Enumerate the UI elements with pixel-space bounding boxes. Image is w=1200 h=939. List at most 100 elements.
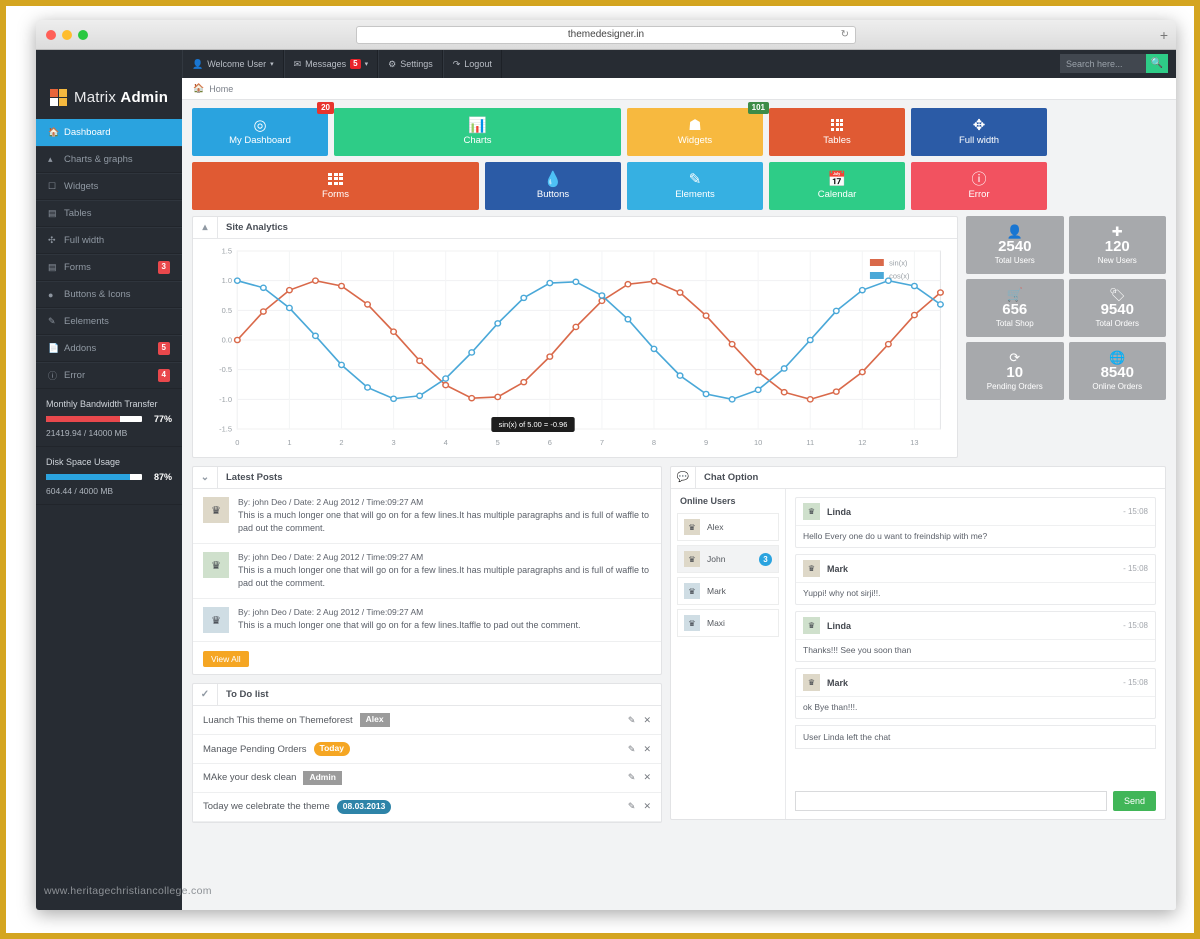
- home-icon: 🏠: [193, 83, 205, 93]
- file-icon: 📄: [48, 343, 60, 353]
- line-chart[interactable]: 1.51.00.50.0-0.5-1.0-1.50 1 2 3 4 5 6 7 8 9 10 11 12…: [201, 245, 949, 453]
- view-all-button[interactable]: View All: [203, 651, 249, 668]
- sidebar-item-dashboard[interactable]: 🏠 Dashboard: [36, 119, 182, 146]
- crown-icon: ♛: [803, 617, 820, 634]
- tile-widgets[interactable]: ☗ Widgets 101: [627, 102, 769, 156]
- list-item[interactable]: Manage Pending Orders Today ✎ ✕: [193, 735, 661, 764]
- tile-label: Elements: [675, 189, 715, 200]
- stat-label: Total Shop: [995, 318, 1034, 328]
- new-tab-button[interactable]: +: [1160, 27, 1168, 43]
- tile-full-width[interactable]: ✥ Full width: [911, 108, 1047, 156]
- list-item[interactable]: Luanch This theme on Themeforest Alex ✎ …: [193, 706, 661, 736]
- close-icon[interactable]: [46, 29, 56, 40]
- tile-buttons[interactable]: 💧 Buttons: [485, 162, 621, 210]
- close-icon[interactable]: ✕: [643, 801, 651, 812]
- svg-text:0: 0: [235, 438, 239, 447]
- progress-sub: 21419.94 / 14000 MB: [46, 428, 128, 438]
- svg-text:cos(x): cos(x): [889, 272, 909, 281]
- list-item[interactable]: ♛ John 3: [677, 545, 779, 573]
- tile-elements[interactable]: ✎ Elements: [627, 162, 763, 210]
- svg-text:4: 4: [444, 438, 448, 447]
- todo-tag: Alex: [359, 713, 390, 728]
- list-item[interactable]: ♛ Maxi: [677, 609, 779, 637]
- sidebar-item-buttons-icons[interactable]: ● Buttons & Icons: [36, 281, 182, 308]
- list-item[interactable]: ♛ By: john Deo / Date: 2 Aug 2012 / Time…: [193, 599, 661, 643]
- svg-text:12: 12: [858, 438, 866, 447]
- progress-fill: [46, 474, 130, 480]
- panel-header: ✓ To Do list: [193, 684, 661, 707]
- stat-card-pending-orders[interactable]: ⟳ 10 Pending Orders: [966, 342, 1064, 400]
- sidebar-item-charts[interactable]: ▴ Charts & graphs: [36, 146, 182, 173]
- check-icon[interactable]: ✓: [193, 684, 218, 706]
- tile-my-dashboard[interactable]: ◎ My Dashboard 20: [192, 102, 334, 156]
- pencil-icon[interactable]: ✎: [628, 715, 636, 726]
- sidebar-item-error[interactable]: ⓘ Error 4: [36, 362, 182, 389]
- minimize-icon[interactable]: [62, 29, 72, 40]
- logout-icon: ↷: [452, 58, 461, 69]
- nav-logout[interactable]: ↷ Logout: [442, 50, 502, 78]
- svg-text:9: 9: [704, 438, 708, 447]
- tile-charts[interactable]: 📊 Charts: [334, 108, 621, 156]
- close-icon[interactable]: ✕: [643, 772, 651, 783]
- nav-settings[interactable]: ⚙ Settings: [378, 50, 443, 78]
- list-item[interactable]: ♛ Mark: [677, 577, 779, 605]
- close-icon[interactable]: ✕: [643, 744, 651, 755]
- window-controls[interactable]: [36, 29, 88, 40]
- home-icon: 🏠: [48, 127, 60, 137]
- send-button[interactable]: Send: [1112, 791, 1156, 811]
- sidebar-item-addons[interactable]: 📄 Addons 5: [36, 335, 182, 362]
- reload-icon[interactable]: ↻: [841, 29, 849, 40]
- tile-tables[interactable]: Tables: [769, 108, 905, 156]
- logo[interactable]: Matrix Admin: [36, 78, 182, 119]
- nav-welcome-user[interactable]: 👤 Welcome User ▾: [182, 50, 284, 78]
- list-item[interactable]: MAke your desk clean Admin ✎ ✕: [193, 764, 661, 793]
- search-button[interactable]: 🔍: [1146, 54, 1168, 73]
- tile-forms[interactable]: Forms: [192, 162, 479, 210]
- chat-bubble-icon: 💬: [671, 467, 696, 488]
- stat-card-total-shop[interactable]: 🛒 656 Total Shop: [966, 279, 1064, 337]
- stat-card-new-users[interactable]: ✚ 120 New Users: [1068, 216, 1166, 274]
- pencil-icon[interactable]: ✎: [628, 801, 636, 812]
- app-body: Matrix Admin 🏠 Dashboard ▴ Charts & grap…: [36, 78, 1176, 910]
- list-item[interactable]: ♛ Alex: [677, 513, 779, 541]
- tile-label: Error: [968, 189, 990, 200]
- message-time: - 15:08: [1123, 564, 1148, 573]
- sidebar-item-tables[interactable]: ▤ Tables: [36, 200, 182, 227]
- admin-app: 👤 Welcome User ▾ ✉ Messages 5 ▾ ⚙ Settin…: [36, 50, 1176, 910]
- crown-icon: ♛: [684, 583, 700, 599]
- sidebar-item-label: Forms: [64, 262, 91, 273]
- stat-card-online-orders[interactable]: 🌐 8540 Online Orders: [1068, 342, 1166, 400]
- chat-input[interactable]: [795, 791, 1107, 811]
- widget-icon: ☐: [48, 181, 57, 191]
- list-item[interactable]: ♛ By: john Deo / Date: 2 Aug 2012 / Time…: [193, 544, 661, 600]
- chevron-down-icon: ▾: [364, 61, 369, 68]
- list-item[interactable]: Today we celebrate the theme 08.03.2013 …: [193, 793, 661, 822]
- tile-error[interactable]: ⓘ Error: [911, 162, 1047, 210]
- list-item[interactable]: ♛ By: john Deo / Date: 2 Aug 2012 / Time…: [193, 489, 661, 545]
- sidebar-menu: 🏠 Dashboard ▴ Charts & graphs ☐ Widgets: [36, 119, 182, 389]
- user-icon: 👤: [192, 58, 204, 69]
- close-icon[interactable]: ✕: [643, 715, 651, 726]
- chat-thread: ♛ Linda - 15:08 Hello Every one do u wan…: [786, 489, 1165, 819]
- sidebar-item-elements[interactable]: ✎ Eelements: [36, 308, 182, 335]
- pencil-icon[interactable]: ✎: [628, 772, 636, 783]
- chart-canvas[interactable]: 1.5 1.0 0.5 0.0 -0.5 -1.0 -1.5 0 1 2 3 4 5 6 7 8 9 10 11 12…: [193, 239, 957, 457]
- maximize-icon[interactable]: [78, 29, 88, 40]
- sidebar-item-widgets[interactable]: ☐ Widgets: [36, 173, 182, 200]
- chevron-down-icon[interactable]: ⌄: [193, 467, 218, 488]
- url-bar[interactable]: themedesigner.in ↻: [356, 25, 856, 44]
- svg-text:5: 5: [496, 438, 500, 447]
- main-content: 🏠 Home ◎ My Dashboard 20 📊 Charts ☗ Widg…: [182, 78, 1176, 910]
- crown-icon: ♛: [803, 560, 820, 577]
- stat-card-total-orders[interactable]: 🏷 9540 Total Orders: [1068, 279, 1166, 337]
- progress-sub: 604.44 / 4000 MB: [46, 486, 114, 496]
- stat-card-total-users[interactable]: 👤 2540 Total Users: [966, 216, 1064, 274]
- tile-calendar[interactable]: 📅 Calendar: [769, 162, 905, 210]
- nav-messages[interactable]: ✉ Messages 5 ▾: [283, 50, 379, 78]
- search-input[interactable]: [1060, 54, 1146, 73]
- pencil-icon[interactable]: ✎: [628, 744, 636, 755]
- sidebar-item-full-width[interactable]: ✣ Full width: [36, 227, 182, 254]
- form-icon: ▤: [48, 262, 57, 272]
- brand-name-bold: Admin: [120, 89, 169, 106]
- sidebar-item-forms[interactable]: ▤ Forms 3: [36, 254, 182, 281]
